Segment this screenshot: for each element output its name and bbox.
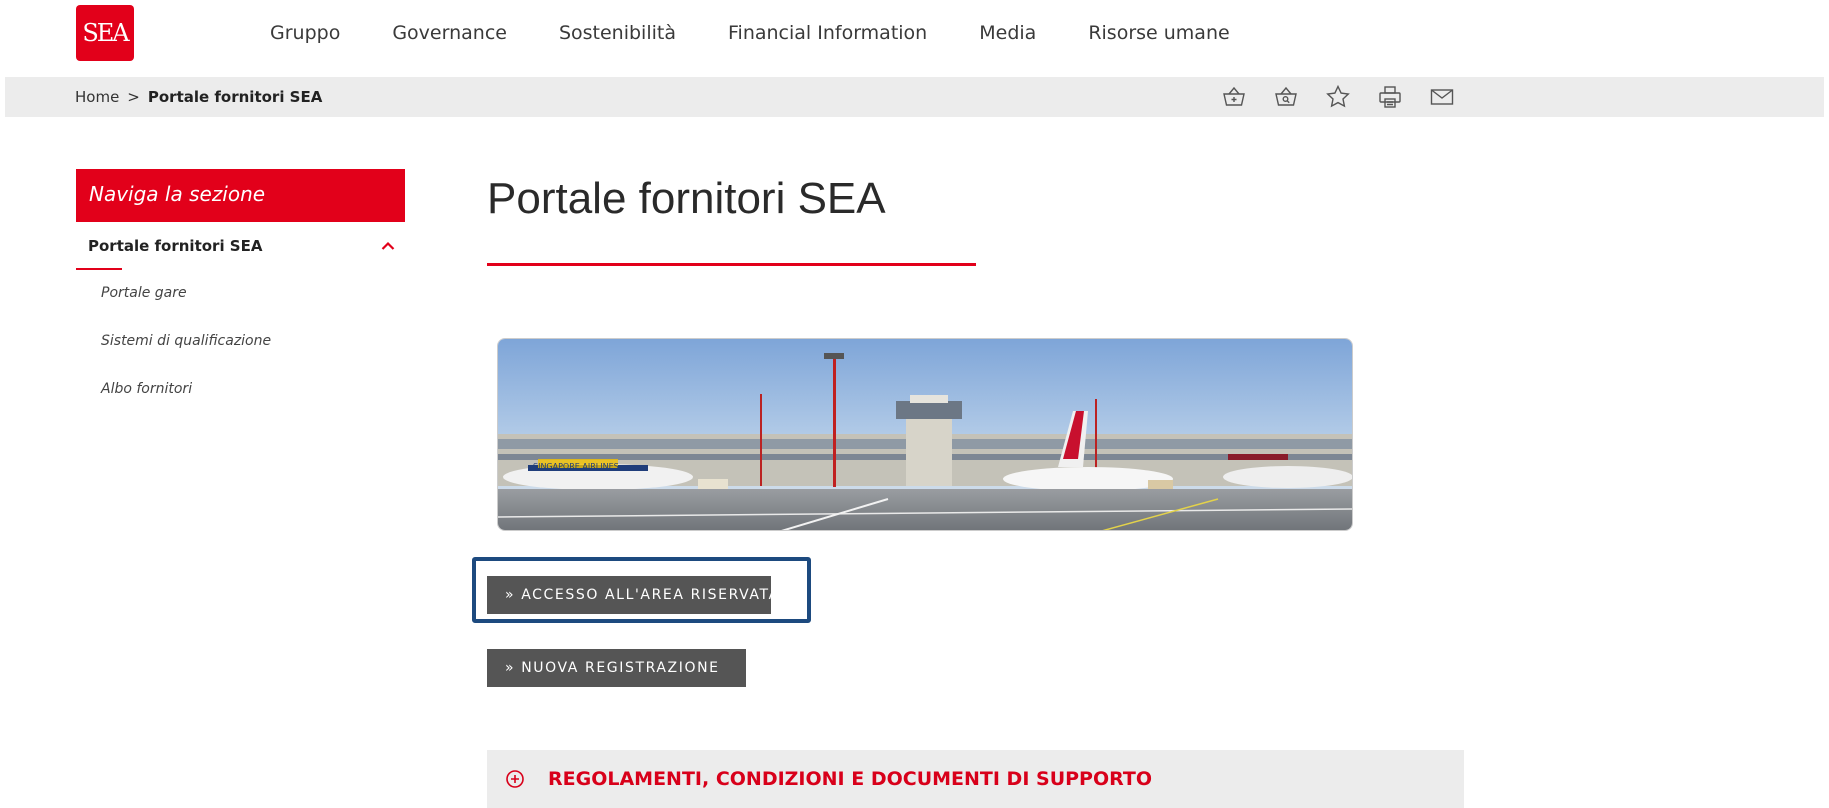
section-underline: [76, 268, 122, 270]
page-tools: [1219, 83, 1457, 111]
access-reserved-area-button[interactable]: » ACCESSO ALL'AREA RISERVATA: [487, 576, 778, 614]
top-header: SEA Gruppo Governance Sostenibilità Fina…: [0, 0, 1829, 77]
accordion-regolamenti[interactable]: REGOLAMENTI, CONDIZIONI E DOCUMENTI DI S…: [487, 750, 1464, 808]
main-nav: Gruppo Governance Sostenibilità Financia…: [270, 22, 1230, 44]
breadcrumb-separator: >: [127, 88, 140, 106]
new-registration-button[interactable]: » NUOVA REGISTRAZIONE: [487, 649, 746, 687]
chevron-up-icon: [381, 241, 395, 250]
sidebar-heading: Naviga la sezione: [76, 169, 405, 222]
basket-search-icon[interactable]: [1271, 83, 1301, 111]
accordion-title: REGOLAMENTI, CONDIZIONI E DOCUMENTI DI S…: [548, 768, 1153, 790]
print-icon[interactable]: [1375, 83, 1405, 111]
sidebar-item-portale-gare[interactable]: Portale gare: [101, 285, 271, 333]
title-divider: [487, 263, 976, 266]
nav-item-media[interactable]: Media: [979, 22, 1036, 44]
page-title: Portale fornitori SEA: [487, 174, 886, 223]
sidebar-section-toggle[interactable]: Portale fornitori SEA: [76, 222, 405, 272]
sea-logo[interactable]: SEA: [76, 5, 134, 61]
sidebar-item-sistemi-qualificazione[interactable]: Sistemi di qualificazione: [101, 333, 271, 381]
nav-item-governance[interactable]: Governance: [392, 22, 507, 44]
sidebar-links: Portale gare Sistemi di qualificazione A…: [101, 285, 271, 429]
star-icon[interactable]: [1323, 83, 1353, 111]
sidebar-section-title: Portale fornitori SEA: [88, 237, 263, 255]
nav-item-financial-information[interactable]: Financial Information: [728, 22, 927, 44]
breadcrumb: Home > Portale fornitori SEA: [75, 88, 322, 106]
breadcrumb-bar: Home > Portale fornitori SEA: [5, 77, 1824, 117]
logo-text: SEA: [82, 19, 129, 47]
breadcrumb-home[interactable]: Home: [75, 88, 119, 106]
hero-caption: SINGAPORE AIRLINES: [533, 462, 619, 471]
plus-circle-icon: [506, 770, 524, 788]
nav-item-sostenibilita[interactable]: Sostenibilità: [559, 22, 676, 44]
nav-item-gruppo[interactable]: Gruppo: [270, 22, 340, 44]
sidebar-item-albo-fornitori[interactable]: Albo fornitori: [101, 381, 271, 429]
mail-icon[interactable]: [1427, 83, 1457, 111]
breadcrumb-current: Portale fornitori SEA: [147, 88, 323, 106]
hero-image-airport: SINGAPORE AIRLINES: [497, 338, 1353, 531]
nav-item-risorse-umane[interactable]: Risorse umane: [1088, 22, 1229, 44]
basket-add-icon[interactable]: [1219, 83, 1249, 111]
